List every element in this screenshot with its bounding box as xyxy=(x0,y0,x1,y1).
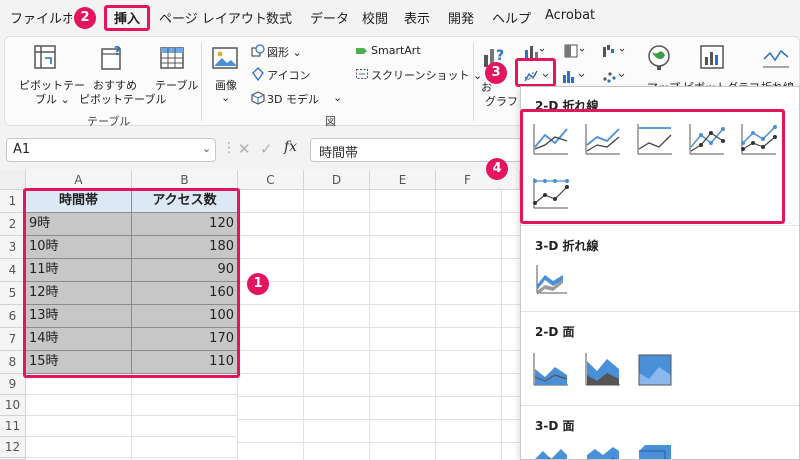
row-header[interactable]: 9 xyxy=(0,374,26,395)
tab-review[interactable]: 校閲 xyxy=(362,8,388,27)
area-chart-icon[interactable] xyxy=(531,349,571,389)
image-icon[interactable] xyxy=(211,45,239,71)
group-label-table: テーブル xyxy=(87,115,131,128)
ribbon-separator xyxy=(201,43,202,121)
highlight-insert-tab xyxy=(104,5,150,31)
column-header-d[interactable]: D xyxy=(304,170,370,190)
tab-help[interactable]: ヘルプ xyxy=(492,8,531,27)
table-icon[interactable] xyxy=(157,43,187,73)
3d-100-stacked-area-chart-icon[interactable] xyxy=(635,439,675,459)
recommended-pivot-icon[interactable]: ? xyxy=(97,43,127,73)
waterfall-chart-icon[interactable] xyxy=(601,43,627,59)
icons-icon[interactable] xyxy=(251,67,265,82)
image-chevron-icon[interactable]: ⌄ xyxy=(221,91,230,104)
stacked-area-chart-icon[interactable] xyxy=(583,349,623,389)
tab-view[interactable]: 表示 xyxy=(404,8,430,27)
section-3d-area: 3-D 面 xyxy=(535,419,575,433)
name-box-chevron-icon[interactable]: ⌄ xyxy=(202,142,211,155)
column-header-a[interactable]: A xyxy=(26,170,132,190)
sparkline-icon[interactable] xyxy=(761,45,791,71)
select-all-corner[interactable] xyxy=(0,170,26,190)
formula-input[interactable]: 時間帯 xyxy=(310,138,522,162)
map-chart-icon[interactable] xyxy=(645,43,673,73)
tab-acrobat[interactable]: Acrobat xyxy=(545,8,595,23)
shapes-label[interactable]: 図形 ⌄ xyxy=(267,44,302,60)
model3d-icon[interactable] xyxy=(251,91,265,105)
tab-developer[interactable]: 開発 xyxy=(448,8,474,27)
3d-area-chart-icon[interactable] xyxy=(531,439,571,459)
model3d-label[interactable]: 3D モデル xyxy=(267,91,319,107)
dropdown-divider xyxy=(521,405,799,406)
empty-cells-area[interactable] xyxy=(26,374,238,460)
highlight-data-range xyxy=(23,188,240,378)
pivot-chart-icon[interactable] xyxy=(697,43,727,73)
tab-file[interactable]: ファイル xyxy=(10,8,62,27)
section-2d-area: 2-D 面 xyxy=(535,325,575,339)
100-stacked-area-chart-icon[interactable] xyxy=(635,349,675,389)
insert-function-icon[interactable]: fx xyxy=(284,139,297,155)
smartart-label[interactable]: SmartArt xyxy=(371,44,421,57)
dropdown-divider xyxy=(521,225,799,226)
column-header-e[interactable]: E xyxy=(370,170,436,190)
enter-icon[interactable]: ✓ xyxy=(260,140,273,158)
pivot-table-label-2: ブル ⌄ xyxy=(35,93,70,106)
cancel-icon[interactable]: ✕ xyxy=(238,140,251,158)
section-3d-line: 3-D 折れ線 xyxy=(535,239,599,253)
highlight-line-chart-button xyxy=(515,58,556,87)
column-header-b[interactable]: B xyxy=(132,170,238,190)
model3d-chevron-icon[interactable]: ⌄ xyxy=(333,91,342,104)
dropdown-divider xyxy=(521,311,799,312)
pivot-table-icon[interactable] xyxy=(31,43,61,73)
row-header[interactable]: 12 xyxy=(0,437,26,458)
3d-line-chart-icon[interactable] xyxy=(531,259,571,299)
callout-badge-4: 4 xyxy=(486,158,508,180)
column-header-f[interactable]: F xyxy=(436,170,520,190)
name-box[interactable]: A1 xyxy=(6,138,216,162)
tab-home[interactable]: ホーム xyxy=(62,8,72,27)
callout-badge-1: 1 xyxy=(247,273,269,295)
icons-label[interactable]: アイコン xyxy=(267,67,310,83)
tab-page-layout[interactable]: ページ レイアウト xyxy=(159,8,267,27)
tab-formulas[interactable]: 数式 xyxy=(266,8,292,27)
column-chart-icon[interactable] xyxy=(523,43,545,59)
ribbon-separator xyxy=(473,43,474,121)
callout-badge-2: 2 xyxy=(74,7,96,29)
hierarchy-chart-icon[interactable] xyxy=(563,43,585,59)
highlight-2d-line-options xyxy=(520,109,785,224)
screenshot-icon[interactable] xyxy=(355,67,369,81)
table-label: テーブル xyxy=(155,79,199,92)
row-header[interactable]: 10 xyxy=(0,395,26,416)
svg-text:?: ? xyxy=(114,44,121,58)
scatter-chart-icon[interactable] xyxy=(601,67,627,85)
tab-data[interactable]: データ xyxy=(310,8,349,27)
screenshot-label[interactable]: スクリーンショット ⌄ xyxy=(371,67,482,83)
callout-badge-3: 3 xyxy=(485,62,507,84)
row-header[interactable]: 11 xyxy=(0,416,26,437)
formula-bar-dots-icon: ⋮ xyxy=(222,140,236,156)
shapes-icon[interactable] xyxy=(251,44,265,58)
statistic-chart-icon[interactable] xyxy=(561,67,587,85)
recommended-charts-label-2: グラフ xyxy=(485,95,518,108)
smartart-icon[interactable] xyxy=(355,44,369,58)
group-label-illustrations: 図 xyxy=(325,115,336,128)
column-header-c[interactable]: C xyxy=(238,170,304,190)
3d-stacked-area-chart-icon[interactable] xyxy=(583,439,623,459)
recommended-pivot-label-2: ピボットテーブル xyxy=(79,93,167,106)
empty-cells-area[interactable] xyxy=(238,190,520,460)
